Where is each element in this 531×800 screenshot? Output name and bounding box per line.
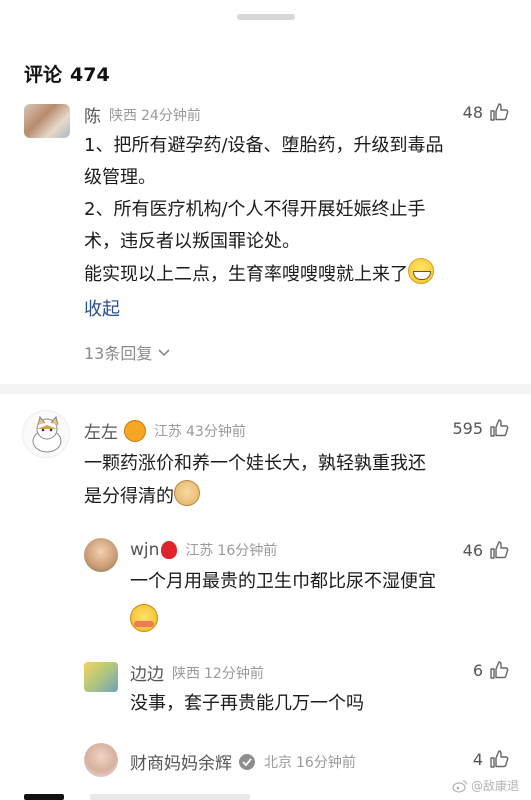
avatar[interactable] (24, 104, 70, 138)
reply-meta: wjn 江苏 16分钟前 (130, 540, 277, 560)
comment-line-with-emoji: 是分得清的 (84, 480, 514, 513)
reply-line: 一个月用最贵的卫生巾都比尿不湿便宜 (130, 571, 436, 592)
comment-time: 24分钟前 (141, 107, 201, 124)
thumbs-up-icon (490, 103, 509, 121)
watermark: @敌康退 (452, 777, 519, 794)
verified-badge-icon (239, 753, 255, 770)
comment-meta: 左左 江苏 43分钟前 (84, 418, 246, 443)
reply-location: 北京 (264, 754, 292, 771)
grinning-emoji-icon (408, 258, 434, 284)
avatar[interactable] (84, 743, 118, 777)
replies-count: 13条回复 (84, 344, 153, 363)
comments-count: 474 (70, 64, 110, 86)
like-button[interactable]: 6 (473, 660, 509, 680)
bottom-toolbar-edge (24, 794, 64, 800)
reply-meta: 财商妈妈余辉 北京 16分钟前 (130, 749, 356, 774)
comment-input-edge[interactable] (90, 794, 250, 800)
reply-author[interactable]: 边边 (130, 660, 164, 685)
like-count: 48 (462, 102, 483, 122)
like-count: 4 (472, 749, 483, 769)
avatar[interactable] (22, 410, 70, 458)
reply-author[interactable]: 财商妈妈余辉 (130, 749, 232, 774)
comments-label: 评论 (24, 64, 63, 86)
view-replies-button[interactable]: 13条回复 (84, 340, 172, 364)
reply-line: 没事，套子再贵能几万一个吗 (130, 693, 364, 714)
avatar[interactable] (84, 662, 118, 692)
comment-line: 级管理。 (84, 167, 156, 188)
comment-line: 1、把所有避孕药/设备、堕胎药，升级到毒品 (84, 135, 444, 156)
thumbs-up-icon (490, 419, 509, 437)
comment-author[interactable]: 左左 (84, 418, 118, 443)
weibo-logo-icon (452, 779, 468, 793)
cat-avatar-icon (32, 415, 62, 453)
chevron-down-icon (158, 349, 170, 357)
reply-time: 16分钟前 (217, 543, 278, 559)
like-count: 46 (462, 540, 483, 560)
comment-line: 2、所有医疗机构/个人不得开展妊娠终止手 (84, 199, 426, 220)
watermark-text: @敌康退 (470, 779, 519, 793)
reply-time: 16分钟前 (296, 754, 356, 771)
like-button[interactable]: 46 (463, 540, 509, 560)
tiger-badge-icon (124, 419, 146, 442)
comments-header: 评论 474 (24, 60, 118, 87)
drag-handle[interactable] (237, 14, 295, 20)
like-button[interactable]: 48 (463, 102, 509, 122)
comment-location: 江苏 (154, 423, 182, 440)
comment-meta: 陈 陕西 24分钟前 (84, 102, 201, 127)
reply-body: 一个月用最贵的卫生巾都比尿不湿便宜 (130, 566, 520, 639)
like-count: 6 (472, 660, 483, 680)
like-button[interactable]: 595 (452, 418, 509, 438)
balloon-icon (161, 541, 178, 559)
comment-author[interactable]: 陈 (84, 102, 101, 127)
comment-line: 是分得清的 (84, 486, 174, 507)
comment-line: 能实现以上二点，生育率嗖嗖嗖就上来了 (84, 264, 408, 285)
like-count: 595 (452, 418, 483, 438)
reply-body: 没事，套子再贵能几万一个吗 (130, 688, 520, 720)
collapse-link[interactable]: 收起 (84, 295, 120, 321)
avatar[interactable] (84, 538, 118, 572)
comment-line: 术，违反者以叛国罪论处。 (84, 231, 300, 252)
like-button[interactable]: 4 (473, 749, 509, 769)
comment-location: 陕西 (109, 107, 137, 124)
reply-location: 江苏 (185, 543, 214, 559)
thumbs-up-icon (490, 661, 509, 679)
comment-time: 43分钟前 (186, 423, 246, 440)
reply-emoji-line (130, 604, 520, 639)
reply-author[interactable]: wjn (130, 540, 159, 560)
thumbs-up-icon (490, 541, 509, 559)
comment-body: 一颗药涨价和养一个娃长大，孰轻孰重我还 是分得清的 (84, 448, 514, 513)
comment-body: 1、把所有避孕药/设备、堕胎药，升级到毒品 级管理。 2、所有医疗机构/个人不得… (84, 130, 514, 291)
comment-line-with-emoji: 能实现以上二点，生育率嗖嗖嗖就上来了 (84, 258, 514, 291)
reply-meta: 边边 陕西 12分钟前 (130, 660, 264, 685)
divider (0, 384, 531, 394)
comment-line: 一颗药涨价和养一个娃长大，孰轻孰重我还 (84, 453, 426, 474)
doge-emoji-icon (174, 480, 200, 506)
pleading-emoji-icon (130, 604, 158, 632)
thumbs-up-icon (490, 750, 509, 768)
reply-time: 12分钟前 (204, 665, 264, 682)
reply-location: 陕西 (172, 665, 200, 682)
